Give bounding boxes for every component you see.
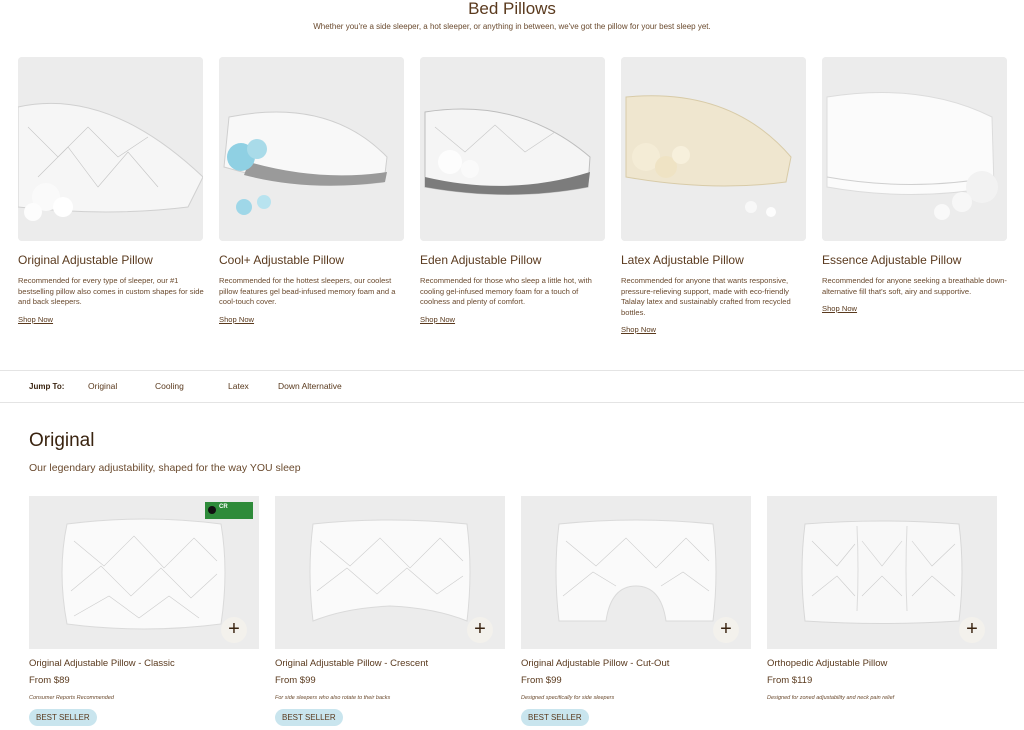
category-description: Recommended for the hottest sleepers, ou… — [219, 276, 396, 306]
jump-to-label: Jump To: — [29, 382, 65, 391]
add-to-cart-button[interactable]: + — [221, 617, 247, 643]
cool-plus-pillow-image[interactable] — [219, 57, 404, 241]
best-seller-badge: BEST SELLER — [521, 709, 589, 726]
section-subtitle: Our legendary adjustability, shaped for … — [29, 462, 301, 474]
orthopedic-pillow-image[interactable]: + — [767, 496, 997, 649]
category-card-eden[interactable]: Eden Adjustable Pillow Recommended for t… — [420, 57, 606, 327]
jump-link-latex[interactable]: Latex — [228, 381, 249, 391]
product-note: Consumer Reports Recommended — [29, 695, 114, 701]
product-title[interactable]: Orthopedic Adjustable Pillow — [767, 658, 997, 669]
category-title: Eden Adjustable Pillow — [420, 253, 542, 267]
shop-now-link[interactable]: Shop Now — [219, 315, 254, 324]
essence-pillow-image[interactable] — [822, 57, 1007, 241]
product-card-crescent[interactable]: + Original Adjustable Pillow - Crescent … — [275, 496, 505, 726]
category-description: Recommended for anyone that wants respon… — [621, 276, 791, 317]
crescent-pillow-image[interactable]: + — [275, 496, 505, 649]
category-card-cool-plus[interactable]: Cool+ Adjustable Pillow Recommended for … — [219, 57, 405, 327]
product-price: From $99 — [521, 675, 562, 686]
eden-pillow-image[interactable] — [420, 57, 605, 241]
jump-link-original[interactable]: Original — [88, 381, 117, 391]
category-title: Cool+ Adjustable Pillow — [219, 253, 345, 267]
category-title: Original Adjustable Pillow — [18, 253, 153, 267]
add-to-cart-button[interactable]: + — [713, 617, 739, 643]
product-note: Designed for zoned adjustability and nec… — [767, 695, 895, 701]
add-to-cart-button[interactable]: + — [959, 617, 985, 643]
product-title[interactable]: Original Adjustable Pillow - Crescent — [275, 658, 505, 669]
shop-now-link[interactable]: Shop Now — [822, 304, 857, 313]
classic-pillow-image[interactable]: CR + — [29, 496, 259, 649]
product-price: From $99 — [275, 675, 316, 686]
category-description: Recommended for anyone seeking a breatha… — [822, 276, 1007, 296]
product-card-classic[interactable]: CR + Original Adjustable Pillow - Classi… — [29, 496, 259, 726]
product-card-cut-out[interactable]: + Original Adjustable Pillow - Cut-Out F… — [521, 496, 751, 726]
consumer-reports-badge: CR — [205, 502, 253, 519]
product-price: From $119 — [767, 675, 813, 686]
original-pillow-image[interactable] — [18, 57, 203, 241]
jump-link-cooling[interactable]: Cooling — [155, 381, 184, 391]
page-subtitle: Whether you're a side sleeper, a hot sle… — [313, 22, 711, 31]
product-title[interactable]: Original Adjustable Pillow - Cut-Out — [521, 658, 751, 669]
best-seller-badge: BEST SELLER — [29, 709, 97, 726]
product-note: For side sleepers who also rotate to the… — [275, 695, 391, 701]
shop-now-link[interactable]: Shop Now — [420, 315, 455, 324]
category-card-latex[interactable]: Latex Adjustable Pillow Recommended for … — [621, 57, 807, 337]
shop-now-link[interactable]: Shop Now — [621, 325, 656, 334]
section-title: Original — [29, 430, 95, 451]
product-note: Designed specifically for side sleepers — [521, 695, 615, 701]
latex-pillow-image[interactable] — [621, 57, 806, 241]
best-seller-badge: BEST SELLER — [275, 709, 343, 726]
category-title: Latex Adjustable Pillow — [621, 253, 744, 267]
category-title: Essence Adjustable Pillow — [822, 253, 962, 267]
product-title[interactable]: Original Adjustable Pillow - Classic — [29, 658, 259, 669]
product-card-orthopedic[interactable]: + Orthopedic Adjustable Pillow From $119… — [767, 496, 997, 701]
shop-now-link[interactable]: Shop Now — [18, 315, 53, 324]
product-price: From $89 — [29, 675, 70, 686]
category-card-essence[interactable]: Essence Adjustable Pillow Recommended fo… — [822, 57, 1008, 316]
page-title: Bed Pillows — [468, 0, 556, 18]
category-card-original[interactable]: Original Adjustable Pillow Recommended f… — [18, 57, 204, 327]
cut-out-pillow-image[interactable]: + — [521, 496, 751, 649]
add-to-cart-button[interactable]: + — [467, 617, 493, 643]
category-description: Recommended for those who sleep a little… — [420, 276, 592, 306]
jump-link-down-alternative[interactable]: Down Alternative — [278, 381, 342, 391]
jump-to-bar: Jump To: Original Cooling Latex Down Alt… — [0, 370, 1024, 403]
category-description: Recommended for every type of sleeper, o… — [18, 276, 204, 306]
